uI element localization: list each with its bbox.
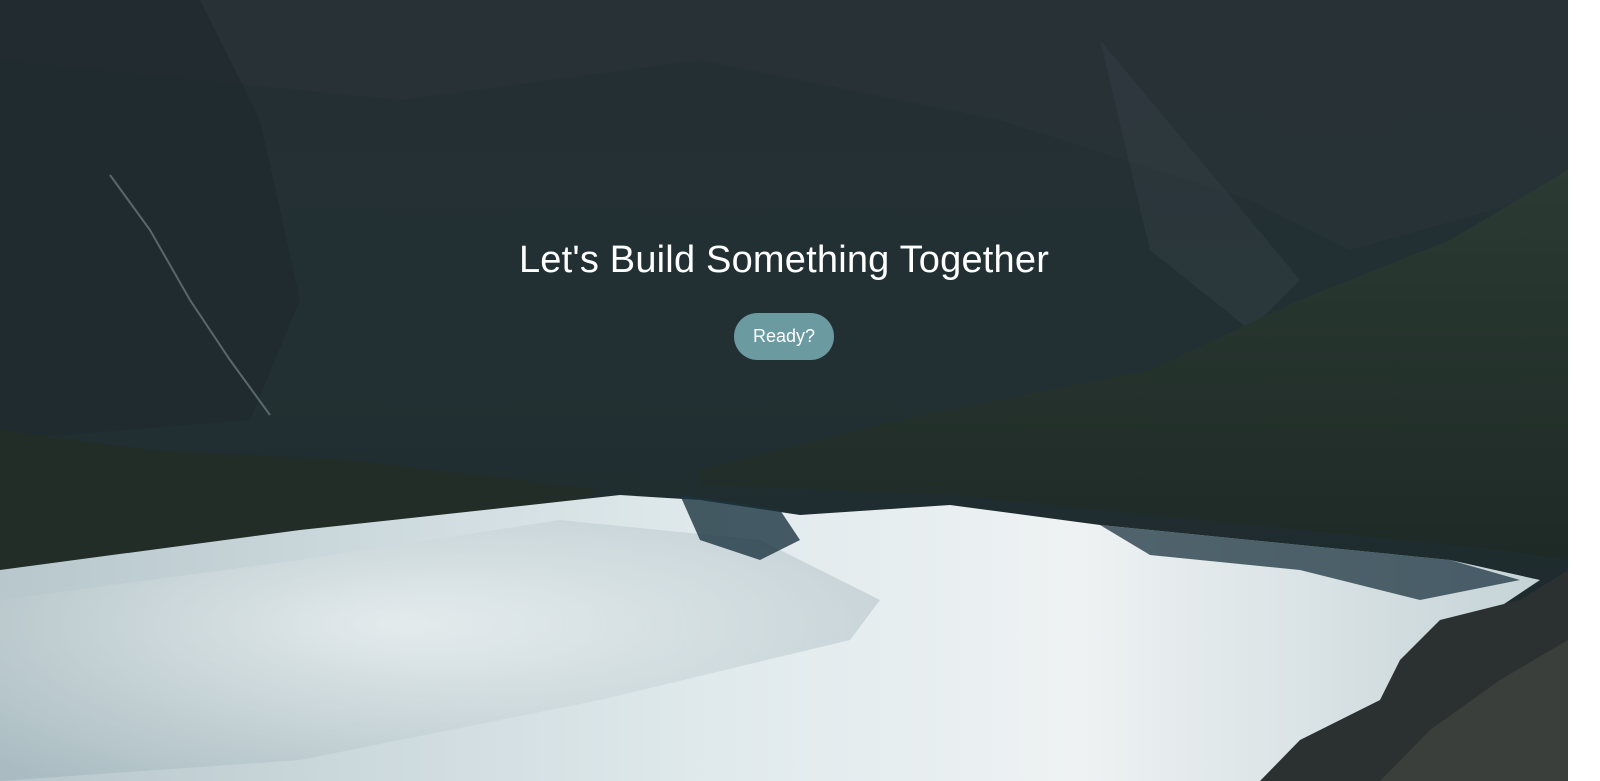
hero-section: Let's Build Something Together Ready? [0,0,1600,781]
ready-button[interactable]: Ready? [734,313,834,360]
hero-content: Let's Build Something Together Ready? [0,0,1600,781]
page-scrollbar[interactable] [1568,0,1600,781]
hero-headline: Let's Build Something Together [518,239,1050,281]
